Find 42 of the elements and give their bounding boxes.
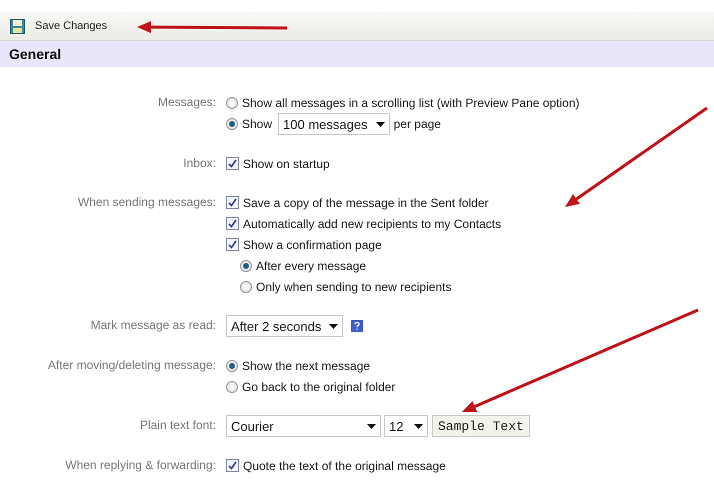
setting-label: Inbox: (183, 156, 216, 170)
option-label: Show all messages in a scrolling list (with Preview Pane option) (242, 96, 580, 110)
setting-label: When replying & forwarding: (65, 458, 216, 472)
radio-button[interactable] (226, 118, 238, 130)
font-preview: Sample Text (432, 415, 530, 437)
setting-label: Messages: (158, 95, 216, 109)
radio-button[interactable] (226, 380, 238, 392)
font-dropdown[interactable]: Courier (226, 415, 381, 437)
checkbox[interactable] (226, 217, 239, 230)
size-dropdown[interactable]: 12 (384, 415, 428, 437)
caret-icon (329, 324, 338, 328)
option-label: Automatically add new recipients to my Contacts (243, 216, 502, 230)
radio-button[interactable] (240, 280, 252, 292)
dropdown[interactable]: 100 messages (278, 113, 390, 135)
setting-label: After moving/deleting message: (48, 358, 216, 372)
option-label: per page (394, 117, 441, 131)
option-label: Save a copy of the message in the Sent folder (243, 196, 488, 210)
help-icon[interactable] (351, 320, 364, 332)
caret-icon (367, 424, 376, 428)
caret-icon (414, 424, 423, 428)
option-label: Go back to the original folder (242, 380, 396, 394)
option-label: After every message (256, 258, 366, 272)
radio-button[interactable] (226, 360, 238, 372)
option-label: Show the next message (242, 358, 370, 372)
option-label: Quote the text of the original message (243, 458, 446, 472)
option-label: Show (242, 117, 272, 131)
dropdown[interactable]: After 2 seconds (226, 315, 344, 337)
caret-icon (376, 122, 385, 126)
checkbox[interactable] (226, 238, 239, 251)
setting-label: When sending messages: (78, 195, 216, 209)
checkbox[interactable] (226, 196, 239, 209)
option-label: Show on startup (243, 156, 330, 170)
section-header: General (0, 41, 714, 67)
checkbox[interactable] (226, 157, 239, 170)
radio-button[interactable] (240, 260, 252, 272)
radio-button[interactable] (226, 96, 238, 108)
checkbox[interactable] (226, 459, 239, 472)
setting-label: Plain text font: (140, 418, 216, 432)
save-changes-button[interactable]: Save Changes (35, 20, 108, 32)
option-label: Show a confirmation page (243, 238, 382, 252)
setting-label: Mark message as read: (90, 318, 216, 332)
option-label: Only when sending to new recipients (256, 280, 452, 294)
